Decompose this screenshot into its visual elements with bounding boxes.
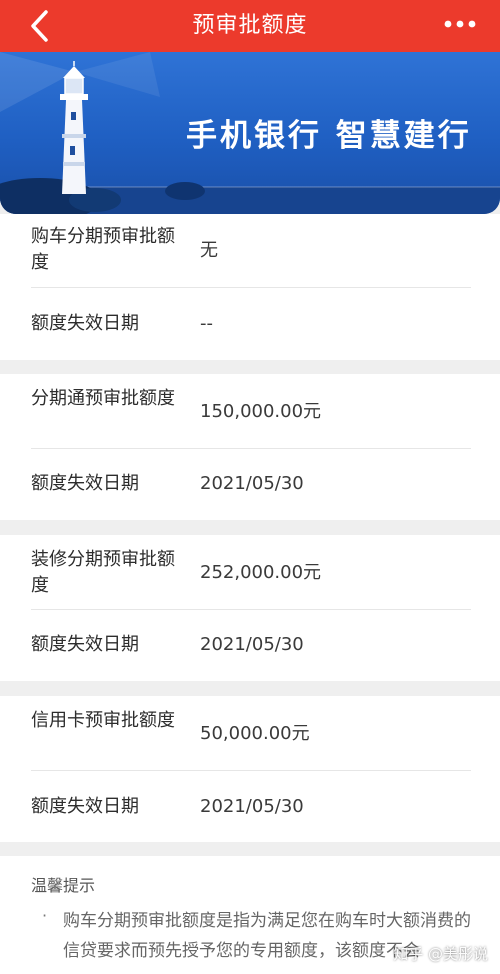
quota-limit-label: 购车分期预审批额度 <box>31 226 175 273</box>
quota-expiry-row[interactable]: 额度失效日期 2021/05/30 <box>0 449 500 520</box>
quota-expiry-row[interactable]: 额度失效日期 2021/05/30 <box>0 610 500 681</box>
watermark: 知乎 @美彤说 <box>393 945 488 963</box>
quota-expiry-row[interactable]: 额度失效日期 2021/05/30 <box>0 771 500 842</box>
quota-expiry-label: 额度失效日期 <box>31 473 139 494</box>
quota-card: 分期通预审批额度 150,000.00元 额度失效日期 2021/05/30 <box>0 374 500 520</box>
quota-expiry-value: 2021/05/30 <box>200 634 304 655</box>
tips-title: 温馨提示 <box>31 876 96 895</box>
quota-limit-label: 信用卡预审批额度 <box>31 710 175 731</box>
quota-limit-value: 50,000.00元 <box>200 723 310 744</box>
quota-expiry-value: 2021/05/30 <box>200 473 304 494</box>
promo-banner[interactable]: 手机银行 智慧建行 <box>0 52 500 214</box>
quota-expiry-value: -- <box>200 313 213 334</box>
quota-limit-label: 分期通预审批额度 <box>31 388 175 409</box>
quota-limit-row[interactable]: 分期通预审批额度 150,000.00元 <box>0 374 500 448</box>
quota-limit-value: 150,000.00元 <box>200 401 322 422</box>
quota-limit-label: 装修分期预审批额度 <box>31 549 175 596</box>
more-button[interactable] <box>440 6 480 46</box>
tips-bullet: · <box>42 906 48 925</box>
quota-expiry-value: 2021/05/30 <box>200 796 304 817</box>
quota-limit-value: 无 <box>200 240 218 261</box>
more-dots-icon <box>444 20 476 28</box>
banner-slogan: 手机银行 智慧建行 <box>186 118 472 154</box>
quota-card: 信用卡预审批额度 50,000.00元 额度失效日期 2021/05/30 <box>0 696 500 842</box>
top-nav-bar: 预审批额度 <box>0 0 500 52</box>
quota-limit-row[interactable]: 信用卡预审批额度 50,000.00元 <box>0 696 500 770</box>
quota-card: 购车分期预审批额度 无 额度失效日期 -- <box>0 214 500 360</box>
quota-expiry-row[interactable]: 额度失效日期 -- <box>0 288 500 360</box>
quota-limit-row[interactable]: 购车分期预审批额度 无 <box>0 214 500 287</box>
page-title: 预审批额度 <box>192 13 308 38</box>
quota-limit-row[interactable]: 装修分期预审批额度 252,000.00元 <box>0 535 500 609</box>
quota-expiry-label: 额度失效日期 <box>31 313 139 334</box>
quota-card: 装修分期预审批额度 252,000.00元 额度失效日期 2021/05/30 <box>0 535 500 681</box>
quota-expiry-label: 额度失效日期 <box>31 796 139 817</box>
quota-expiry-label: 额度失效日期 <box>31 634 139 655</box>
quota-limit-value: 252,000.00元 <box>200 562 322 583</box>
